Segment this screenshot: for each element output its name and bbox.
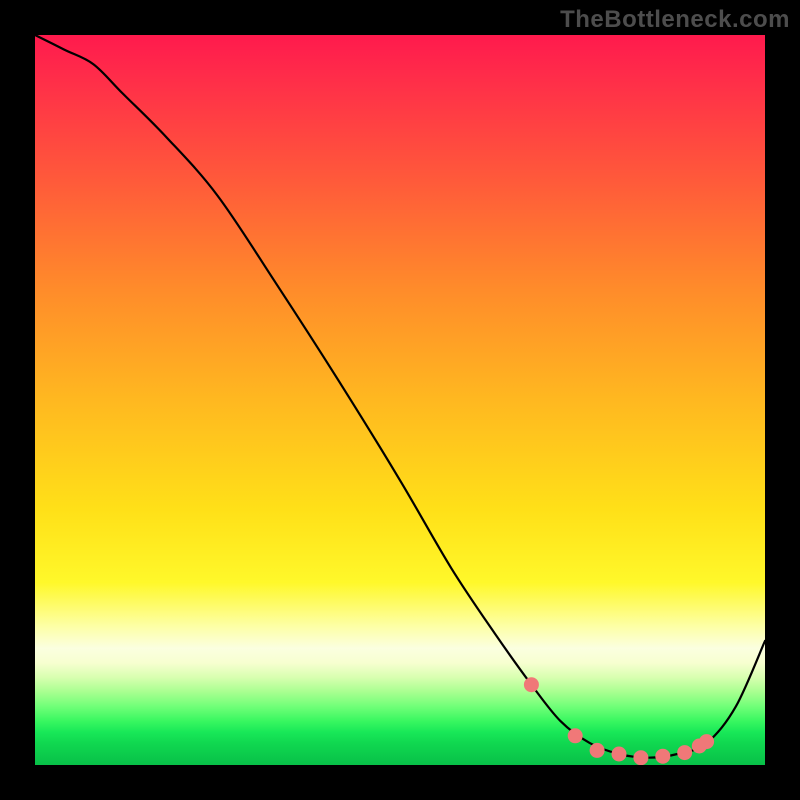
optimal-dot <box>612 747 627 762</box>
optimal-dot <box>677 745 692 760</box>
optimal-dot <box>524 677 539 692</box>
curve-layer <box>35 35 765 765</box>
watermark-text: TheBottleneck.com <box>560 6 790 34</box>
chart-frame: TheBottleneck.com <box>0 0 800 800</box>
optimal-dot <box>590 743 605 758</box>
plot-area <box>35 35 765 765</box>
optimal-dots-group <box>524 677 714 765</box>
optimal-dot <box>568 728 583 743</box>
optimal-dot <box>655 749 670 764</box>
optimal-dot <box>699 734 714 749</box>
optimal-dot <box>633 750 648 765</box>
bottleneck-curve <box>35 35 765 758</box>
